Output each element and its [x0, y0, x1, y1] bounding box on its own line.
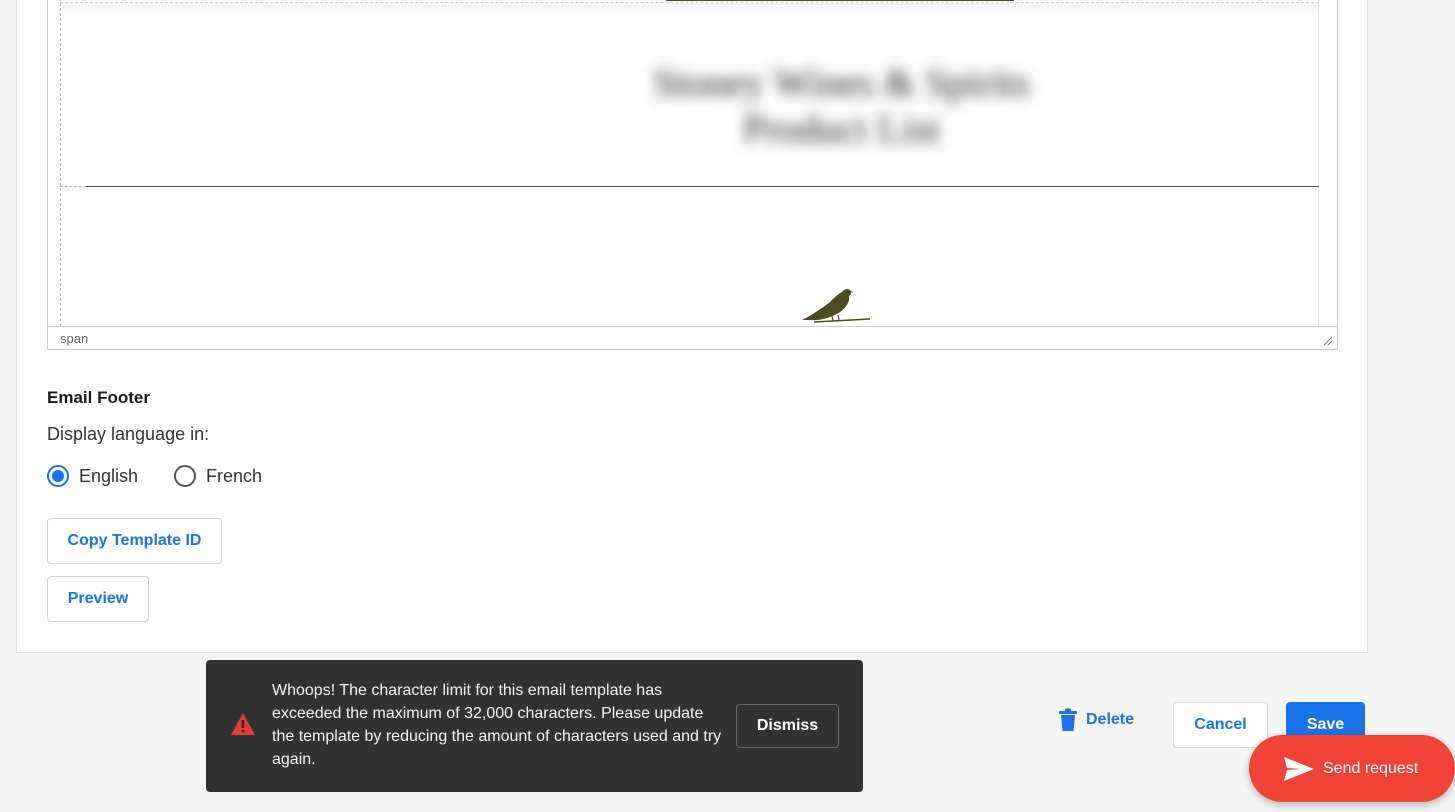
header-band	[61, 3, 1318, 19]
email-footer-title: Email Footer	[47, 388, 150, 407]
toast-message: Whoops! The character limit for this ema…	[272, 682, 722, 768]
preview-button[interactable]: Preview	[47, 576, 149, 622]
resize-handle-icon[interactable]	[1323, 336, 1333, 346]
header-accent-bar	[666, 0, 1014, 1]
warning-icon	[231, 713, 255, 735]
copy-template-id-button[interactable]: Copy Template ID	[47, 518, 222, 564]
radio-french[interactable]: French	[174, 465, 262, 487]
cancel-button[interactable]: Cancel	[1173, 702, 1268, 748]
editor-canvas[interactable]: Stoney Wines & Spirits Product List	[48, 0, 1337, 327]
radio-english[interactable]: English	[47, 465, 138, 487]
block-outline-divider	[60, 186, 86, 187]
save-label: Save	[1306, 716, 1345, 733]
trash-icon	[1059, 708, 1077, 731]
rich-text-editor[interactable]: Stoney Wines & Spirits Product List span	[47, 0, 1338, 350]
radio-unchecked-icon[interactable]	[174, 465, 196, 487]
block-outline-top	[60, 2, 1319, 3]
blurred-logo-image: Stoney Wines & Spirits Product List	[614, 60, 1069, 164]
editor-statusbar: span	[48, 328, 1337, 350]
block-outline-right	[1318, 0, 1319, 326]
send-request-button[interactable]: Send request	[1249, 735, 1455, 802]
display-language-label: Display language in:	[47, 424, 210, 444]
error-toast: Whoops! The character limit for this ema…	[206, 660, 863, 792]
delete-label: Delete	[1086, 711, 1135, 728]
horizontal-rule	[86, 186, 1319, 187]
blurred-logo-line-2: Product List	[743, 106, 940, 151]
blurred-logo-line-1: Stoney Wines & Spirits	[653, 60, 1030, 105]
send-icon	[1284, 756, 1314, 781]
radio-english-label: English	[79, 465, 139, 486]
block-outline-left	[60, 0, 61, 326]
delete-button[interactable]: Delete	[1058, 708, 1134, 732]
send-request-label: Send request	[1323, 759, 1419, 777]
radio-checked-icon[interactable]	[47, 465, 69, 487]
element-path-label[interactable]: span	[60, 331, 88, 346]
bird-logo-icon	[802, 288, 871, 323]
dismiss-button[interactable]: Dismiss	[736, 704, 839, 748]
radio-french-label: French	[206, 465, 263, 486]
